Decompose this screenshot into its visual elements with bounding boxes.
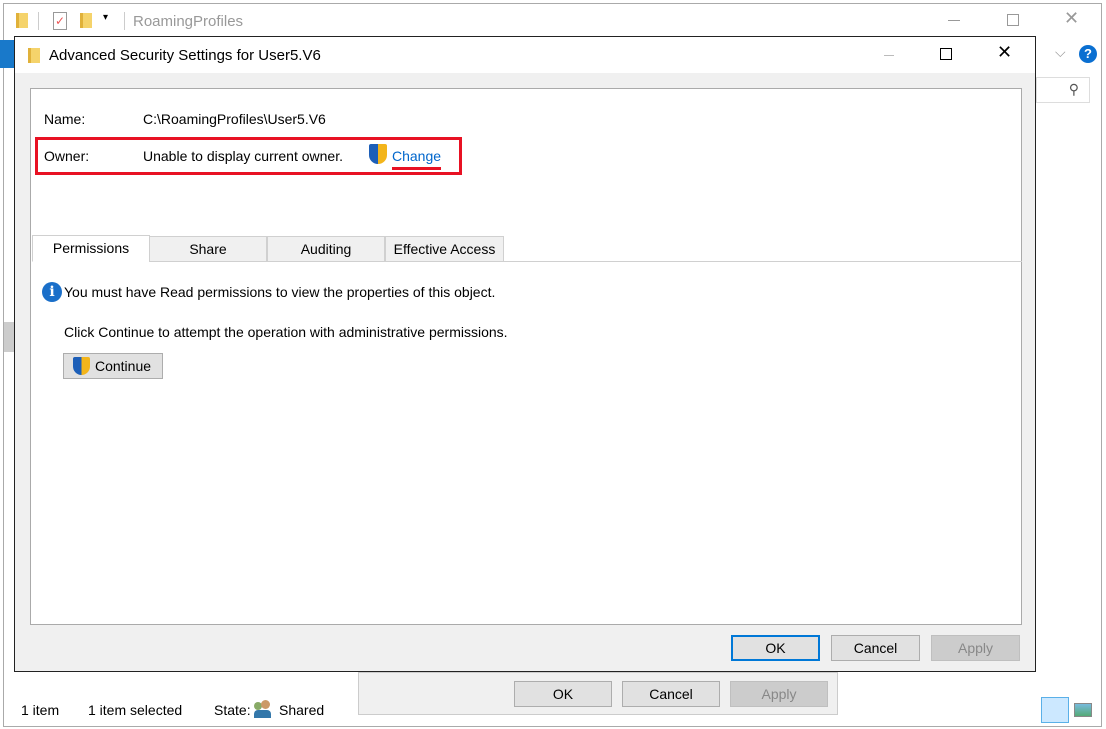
help-icon[interactable]: ?	[1079, 45, 1097, 63]
dialog-title: Advanced Security Settings for User5.V6	[49, 47, 321, 64]
continue-message: Click Continue to attempt the operation …	[64, 324, 508, 340]
bg-cancel-button[interactable]: Cancel	[622, 681, 720, 707]
details-view-icon[interactable]	[1041, 697, 1069, 723]
tab-effective-access[interactable]: Effective Access	[385, 236, 504, 262]
folder-icon	[28, 48, 40, 63]
search-box[interactable]: ⚲	[1036, 77, 1090, 103]
owner-label: Owner:	[44, 148, 90, 164]
nav-scroll[interactable]	[4, 322, 14, 352]
shared-users-icon	[254, 700, 272, 718]
continue-button[interactable]: Continue	[63, 353, 163, 379]
chevron-down-icon[interactable]: ⌵	[1055, 44, 1066, 61]
info-message: You must have Read permissions to view t…	[64, 284, 496, 300]
explorer-title: RoamingProfiles	[133, 13, 244, 30]
maximize-icon[interactable]	[940, 48, 952, 60]
maximize-icon[interactable]	[1007, 14, 1019, 26]
tab-share[interactable]: Share	[149, 236, 267, 262]
search-icon: ⚲	[1068, 81, 1079, 97]
bg-apply-button[interactable]: Apply	[730, 681, 828, 707]
change-underline-annotation	[392, 167, 441, 170]
apply-button[interactable]: Apply	[931, 635, 1020, 661]
tab-permissions[interactable]: Permissions	[32, 235, 150, 262]
ribbon-tab	[0, 40, 14, 68]
name-value: C:\RoamingProfiles\User5.V6	[143, 111, 326, 127]
uac-shield-icon	[73, 357, 90, 375]
divider	[124, 12, 125, 30]
close-icon[interactable]: ✕	[1064, 8, 1079, 29]
customize-toolbar-icon[interactable]: ▾	[103, 12, 108, 23]
minimize-icon	[884, 55, 894, 56]
uac-shield-icon	[369, 144, 387, 164]
owner-value: Unable to display current owner.	[143, 148, 343, 164]
folder-icon	[16, 13, 28, 28]
status-state-label: State:	[214, 702, 251, 718]
status-state-value: Shared	[279, 702, 325, 718]
properties-icon[interactable]: ✓	[53, 12, 67, 30]
cancel-button[interactable]: Cancel	[831, 635, 920, 661]
bg-ok-button[interactable]: OK	[514, 681, 612, 707]
dialog-content-panel: Name: C:\RoamingProfiles\User5.V6 Owner:…	[30, 88, 1022, 625]
close-icon[interactable]: ✕	[997, 42, 1012, 63]
background-properties-dialog: OK Cancel Apply	[358, 672, 838, 715]
advanced-security-dialog: Advanced Security Settings for User5.V6 …	[14, 36, 1036, 672]
divider	[38, 12, 39, 30]
tab-auditing[interactable]: Auditing	[267, 236, 385, 262]
status-selected: 1 item selected	[88, 702, 183, 718]
ok-button[interactable]: OK	[731, 635, 820, 661]
info-icon: i	[42, 282, 62, 302]
new-folder-icon[interactable]	[80, 13, 92, 28]
dialog-title-bar: Advanced Security Settings for User5.V6 …	[15, 37, 1035, 73]
change-owner-link[interactable]: Change	[392, 148, 441, 164]
name-label: Name:	[44, 111, 86, 127]
continue-button-label: Continue	[94, 358, 152, 374]
large-icons-view-icon[interactable]	[1074, 703, 1092, 717]
status-item-count: 1 item	[21, 702, 60, 718]
minimize-icon[interactable]	[948, 20, 960, 21]
tab-divider	[504, 261, 1022, 262]
